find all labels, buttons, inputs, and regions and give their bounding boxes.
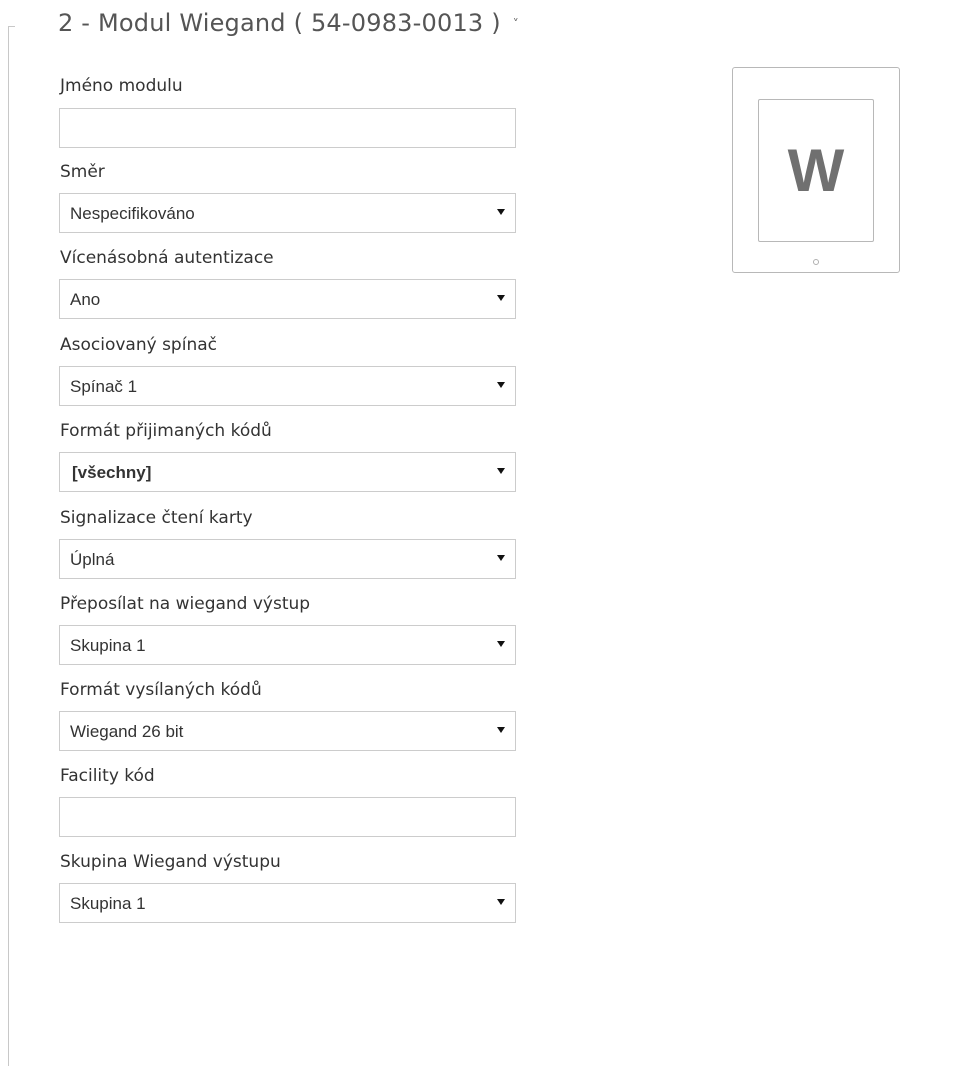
dropdown-arrow-icon bbox=[497, 641, 505, 647]
dropdown-arrow-icon bbox=[497, 468, 505, 474]
multi-auth-select[interactable]: Ano bbox=[59, 279, 516, 319]
card-read-signal-label: Signalizace čtení karty bbox=[60, 508, 253, 528]
output-group-select[interactable]: Skupina 1 bbox=[59, 883, 516, 923]
sent-code-format-select[interactable]: Wiegand 26 bit bbox=[59, 711, 516, 751]
direction-label: Směr bbox=[60, 162, 105, 182]
forward-output-label: Přeposílat na wiegand výstup bbox=[60, 594, 311, 614]
dropdown-arrow-icon bbox=[497, 209, 505, 215]
card-read-signal-select-value: Úplná bbox=[70, 550, 115, 569]
section-bracket-line bbox=[8, 26, 9, 1066]
wiegand-module-icon: W bbox=[732, 67, 900, 273]
forward-output-select-value: Skupina 1 bbox=[70, 636, 146, 655]
dropdown-arrow-icon bbox=[497, 295, 505, 301]
module-letter: W bbox=[787, 137, 845, 204]
sent-code-format-select-value: Wiegand 26 bit bbox=[70, 722, 184, 741]
chevron-down-icon[interactable]: ˅ bbox=[513, 17, 519, 31]
output-group-label: Skupina Wiegand výstupu bbox=[60, 852, 281, 872]
sent-code-format-label: Formát vysílaných kódů bbox=[60, 680, 262, 700]
dropdown-arrow-icon bbox=[497, 555, 505, 561]
module-name-input[interactable] bbox=[59, 108, 516, 148]
forward-output-select[interactable]: Skupina 1 bbox=[59, 625, 516, 665]
facility-code-label: Facility kód bbox=[60, 766, 155, 786]
section-bracket-top bbox=[8, 26, 15, 27]
output-group-select-value: Skupina 1 bbox=[70, 894, 146, 913]
received-code-format-select[interactable]: [všechny] bbox=[59, 452, 516, 492]
dropdown-arrow-icon bbox=[497, 899, 505, 905]
received-code-format-select-value: [všechny] bbox=[72, 463, 152, 482]
section-header[interactable]: 2 - Modul Wiegand ( 54-0983-0013 ) ˅ bbox=[58, 9, 519, 37]
facility-code-input[interactable] bbox=[59, 797, 516, 837]
associated-switch-select[interactable]: Spínač 1 bbox=[59, 366, 516, 406]
received-code-format-label: Formát přijimaných kódů bbox=[60, 421, 272, 441]
card-read-signal-select[interactable]: Úplná bbox=[59, 539, 516, 579]
module-name-label: Jméno modulu bbox=[60, 76, 183, 96]
multi-auth-select-value: Ano bbox=[70, 290, 101, 309]
section-title: 2 - Modul Wiegand ( 54-0983-0013 ) bbox=[58, 9, 501, 37]
module-indicator-dot bbox=[813, 259, 819, 265]
direction-select[interactable]: Nespecifikováno bbox=[59, 193, 516, 233]
direction-select-value: Nespecifikováno bbox=[70, 204, 195, 223]
associated-switch-select-value: Spínač 1 bbox=[70, 377, 138, 396]
dropdown-arrow-icon bbox=[497, 382, 505, 388]
module-screen: W bbox=[758, 99, 874, 242]
dropdown-arrow-icon bbox=[497, 727, 505, 733]
associated-switch-label: Asociovaný spínač bbox=[60, 335, 217, 355]
multi-auth-label: Vícenásobná autentizace bbox=[60, 248, 274, 268]
